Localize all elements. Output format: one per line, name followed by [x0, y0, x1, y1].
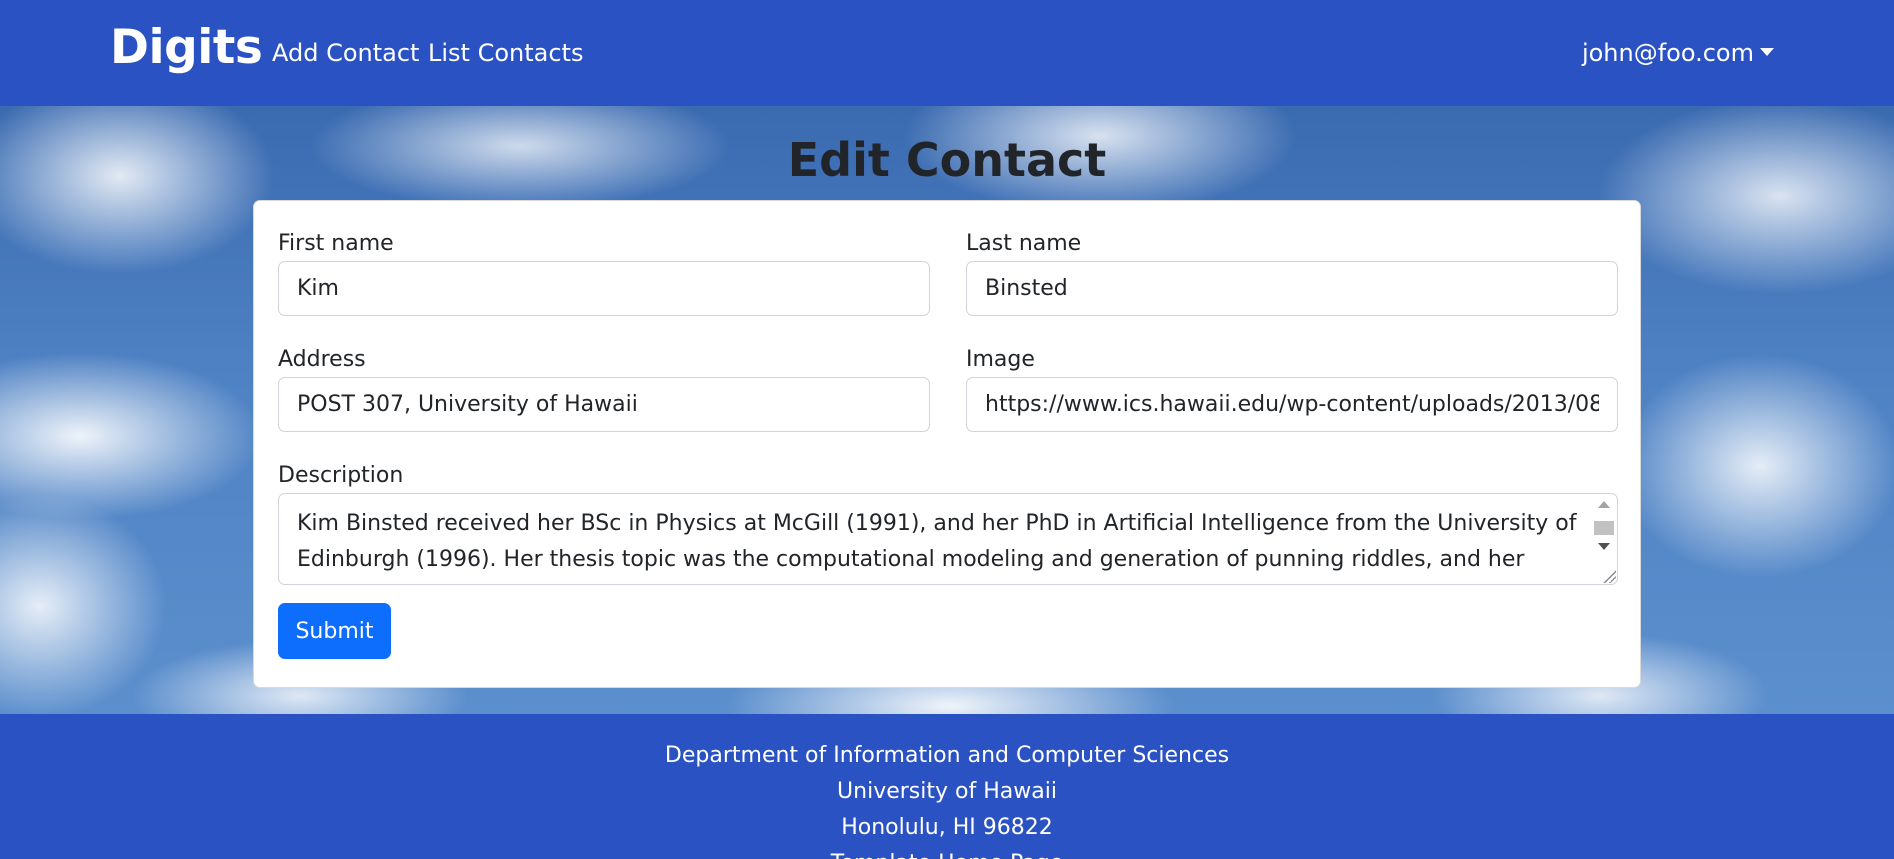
description-label: Description	[278, 463, 404, 488]
description-textarea[interactable]: Kim Binsted received her BSc in Physics …	[278, 493, 1618, 585]
nav-list-contacts[interactable]: List Contacts	[428, 36, 583, 70]
last-name-input[interactable]	[966, 261, 1618, 316]
footer-department: Department of Information and Computer S…	[664, 743, 1230, 768]
textarea-scrollbar[interactable]	[1592, 495, 1616, 583]
caret-down-icon	[1760, 48, 1774, 56]
address-label: Address	[278, 347, 366, 372]
first-name-input[interactable]	[278, 261, 930, 316]
image-label: Image	[966, 347, 1035, 372]
scroll-thumb[interactable]	[1594, 521, 1614, 535]
user-email: john@foo.com	[1581, 39, 1754, 67]
navbar: Digits Add Contact List Contacts john@fo…	[0, 0, 1894, 106]
address-input[interactable]	[278, 377, 930, 432]
footer-university: University of Hawaii	[837, 779, 1057, 804]
resize-grip-icon[interactable]	[1602, 569, 1616, 583]
scroll-down-arrow-icon[interactable]	[1598, 543, 1610, 550]
nav-add-contact[interactable]: Add Contact	[272, 36, 419, 70]
brand-logo[interactable]: Digits	[110, 20, 263, 76]
footer: Department of Information and Computer S…	[0, 714, 1894, 859]
user-dropdown[interactable]: john@foo.com	[1582, 36, 1774, 70]
image-url-input[interactable]	[966, 377, 1618, 432]
page-title: Edit Contact	[787, 133, 1107, 187]
footer-city: Honolulu, HI 96822	[841, 815, 1053, 840]
submit-button[interactable]: Submit	[278, 603, 391, 659]
scroll-up-arrow-icon[interactable]	[1598, 501, 1610, 508]
footer-template-link[interactable]: Template Home Page	[0, 846, 1894, 859]
sky-background: Edit Contact First name Last name Addres…	[0, 106, 1894, 714]
last-name-label: Last name	[966, 231, 1082, 256]
edit-contact-form: First name Last name Address Image Descr…	[253, 200, 1641, 688]
first-name-label: First name	[278, 231, 394, 256]
